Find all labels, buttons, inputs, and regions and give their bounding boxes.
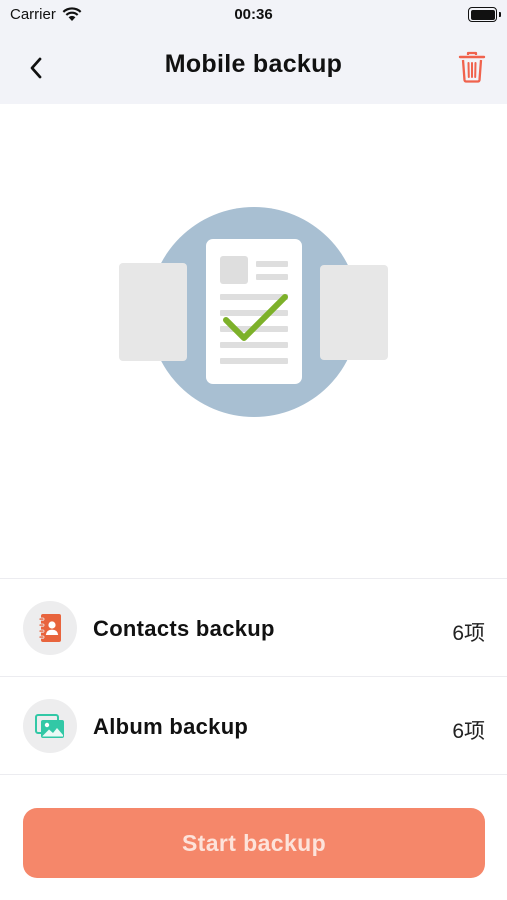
album-backup-label: Album backup [93, 714, 249, 739]
photo-album-icon [35, 714, 64, 738]
divider [0, 774, 507, 775]
list-item-contacts-backup[interactable]: Contacts backup 6项 [0, 579, 507, 676]
page-title: Mobile backup [164, 50, 343, 78]
list-item-album-backup[interactable]: Album backup 6项 [0, 677, 507, 774]
contacts-icon-badge [23, 601, 77, 655]
back-button[interactable] [18, 50, 54, 86]
status-time: 00:36 [234, 6, 273, 23]
document-photo-placeholder [220, 256, 248, 284]
left-card [119, 263, 187, 361]
chevron-left-icon [30, 57, 42, 79]
start-backup-button[interactable]: Start backup [23, 808, 485, 878]
trash-icon [458, 51, 486, 83]
status-bar: Carrier 00:36 [0, 0, 507, 32]
album-backup-count: 6项 [452, 720, 485, 743]
delete-button[interactable] [455, 48, 489, 86]
battery-icon [468, 7, 497, 22]
navigation-bar: Mobile backup [0, 32, 507, 104]
contacts-book-icon [38, 614, 61, 642]
contacts-backup-label: Contacts backup [93, 616, 275, 641]
album-icon-badge [23, 699, 77, 753]
contacts-backup-count: 6项 [452, 622, 485, 645]
hero-illustration [0, 104, 507, 578]
right-card [320, 265, 388, 360]
document-checkmark-illustration [119, 207, 388, 417]
battery-cap [499, 12, 501, 17]
